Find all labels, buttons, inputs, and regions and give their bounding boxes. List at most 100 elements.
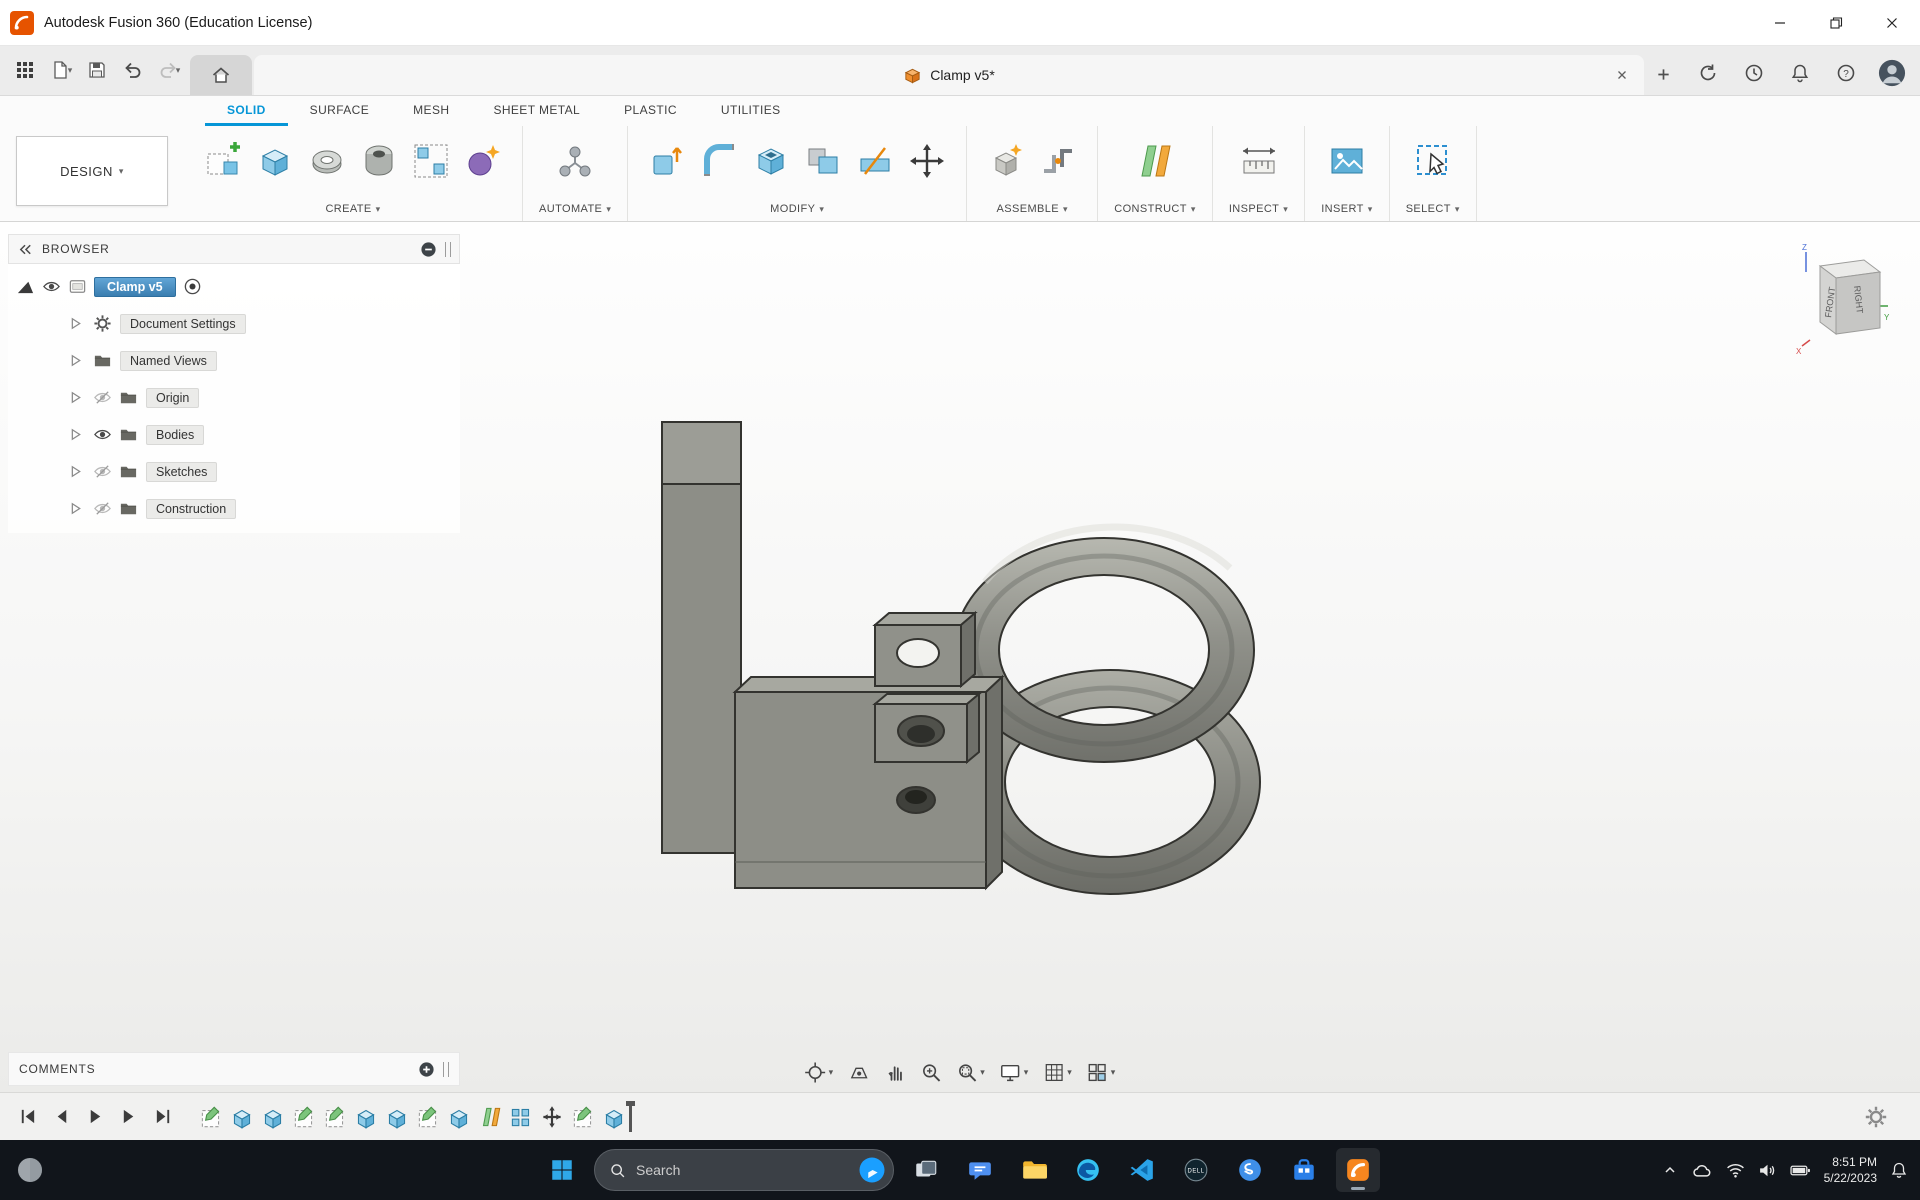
- taskbar-fusion360-icon[interactable]: [1336, 1148, 1380, 1192]
- user-account-button[interactable]: [1878, 59, 1906, 87]
- view-cube[interactable]: Z Y X FRONT RIGHT: [1792, 238, 1892, 366]
- eye-off-icon[interactable]: [93, 388, 112, 407]
- timeline-feature-sketch[interactable]: [291, 1102, 316, 1132]
- timeline-feature-sketch[interactable]: [322, 1102, 347, 1132]
- bing-icon[interactable]: [857, 1155, 887, 1185]
- taskbar-search[interactable]: [594, 1149, 894, 1191]
- split-button[interactable]: [852, 136, 898, 186]
- timeline-feature-extrude[interactable]: [384, 1102, 409, 1132]
- taskbar-file-explorer-icon[interactable]: [1012, 1148, 1056, 1192]
- hole-button[interactable]: [356, 136, 402, 186]
- panel-grip-handle[interactable]: [445, 241, 451, 257]
- timeline-feature-mirror[interactable]: [477, 1102, 502, 1132]
- ribbon-group-label-create[interactable]: CREATE ▾: [325, 203, 380, 215]
- browser-root-label[interactable]: Clamp v5: [94, 276, 176, 297]
- timeline-feature-extrude[interactable]: [601, 1102, 626, 1132]
- collapse-chevrons-icon[interactable]: [17, 241, 34, 258]
- browser-item-bodies[interactable]: Bodies: [8, 416, 460, 453]
- activate-component-radio-icon[interactable]: [183, 277, 202, 296]
- expand-arrow-icon[interactable]: [66, 462, 85, 481]
- fit-button[interactable]: ▾: [956, 1062, 985, 1083]
- eye-icon[interactable]: [42, 277, 61, 296]
- taskbar-chat-icon[interactable]: [958, 1148, 1002, 1192]
- create-sketch-button[interactable]: [200, 136, 246, 186]
- timeline-feature-extrude[interactable]: [353, 1102, 378, 1132]
- revolve-button[interactable]: [304, 136, 350, 186]
- pan-button[interactable]: [884, 1062, 905, 1083]
- taskbar-task-view-icon[interactable]: [904, 1148, 948, 1192]
- browser-item-document-settings[interactable]: Document Settings: [8, 305, 460, 342]
- fillet-button[interactable]: [696, 136, 742, 186]
- expand-arrow-icon[interactable]: [66, 314, 85, 333]
- measure-button[interactable]: [1236, 136, 1282, 186]
- joint-button[interactable]: [1035, 136, 1081, 186]
- ribbon-tab-utilities[interactable]: UTILITIES: [699, 96, 803, 126]
- clamp-model[interactable]: [661, 421, 1262, 895]
- construct-plane-button[interactable]: [1132, 136, 1178, 186]
- eye-icon[interactable]: [93, 425, 112, 444]
- home-tab-button[interactable]: [190, 55, 252, 95]
- start-button[interactable]: [540, 1148, 584, 1192]
- taskbar-vscode-icon[interactable]: [1120, 1148, 1164, 1192]
- redo-button[interactable]: ▾: [152, 53, 186, 87]
- timeline-step-back-button[interactable]: [50, 1106, 72, 1128]
- dropdown-caret-icon[interactable]: ▾: [1024, 1067, 1029, 1078]
- help-button[interactable]: ?: [1832, 59, 1860, 87]
- timeline-feature-sketch[interactable]: [198, 1102, 223, 1132]
- ribbon-group-label-insert[interactable]: INSERT ▾: [1321, 203, 1372, 215]
- expand-arrow-icon[interactable]: [66, 388, 85, 407]
- ribbon-tab-plastic[interactable]: PLASTIC: [602, 96, 699, 126]
- panel-grip-handle[interactable]: [443, 1061, 449, 1077]
- move-copy-button[interactable]: [904, 136, 950, 186]
- onedrive-cloud-icon[interactable]: [1691, 1163, 1713, 1178]
- extrude-button[interactable]: [252, 136, 298, 186]
- taskbar-store-icon[interactable]: [1282, 1148, 1326, 1192]
- pattern-button[interactable]: [408, 136, 454, 186]
- orbit-button[interactable]: ▾: [805, 1062, 834, 1083]
- app-grid-menu-button[interactable]: [8, 53, 42, 87]
- insert-image-button[interactable]: [1324, 136, 1370, 186]
- viewports-button[interactable]: ▾: [1087, 1062, 1115, 1083]
- timeline-feature-extrude[interactable]: [229, 1102, 254, 1132]
- widgets-icon[interactable]: [14, 1154, 46, 1186]
- notification-bell-icon[interactable]: [1890, 1161, 1908, 1179]
- display-settings-button[interactable]: ▾: [1000, 1062, 1029, 1083]
- timeline-settings-gear-icon[interactable]: [1864, 1105, 1888, 1129]
- battery-icon[interactable]: [1790, 1164, 1811, 1177]
- ribbon-tab-surface[interactable]: SURFACE: [288, 96, 391, 126]
- dropdown-caret-icon[interactable]: ▾: [980, 1067, 985, 1078]
- close-document-tab-button[interactable]: [1610, 63, 1634, 87]
- browser-item-construction[interactable]: Construction: [8, 490, 460, 527]
- wifi-icon[interactable]: [1726, 1163, 1745, 1178]
- timeline-feature-extrude[interactable]: [260, 1102, 285, 1132]
- sync-status-button[interactable]: [1694, 59, 1722, 87]
- restore-button[interactable]: [1808, 0, 1864, 45]
- document-tab[interactable]: Clamp v5*: [903, 66, 995, 85]
- shell-button[interactable]: [748, 136, 794, 186]
- taskbar-edge-icon[interactable]: [1066, 1148, 1110, 1192]
- eye-off-icon[interactable]: [93, 499, 112, 518]
- eye-off-icon[interactable]: [93, 462, 112, 481]
- ribbon-group-label-assemble[interactable]: ASSEMBLE ▾: [997, 203, 1068, 215]
- ribbon-tab-mesh[interactable]: MESH: [391, 96, 471, 126]
- timeline-feature-pattern[interactable]: [508, 1102, 533, 1132]
- browser-item-origin[interactable]: Origin: [8, 379, 460, 416]
- file-menu-button[interactable]: ▾: [44, 53, 78, 87]
- close-button[interactable]: [1864, 0, 1920, 45]
- timeline-position-marker[interactable]: [626, 1100, 635, 1132]
- ribbon-group-label-construct[interactable]: CONSTRUCT ▾: [1114, 203, 1196, 215]
- new-document-tab-button[interactable]: [1648, 59, 1678, 89]
- ribbon-tab-sheet-metal[interactable]: SHEET METAL: [471, 96, 602, 126]
- select-cursor-button[interactable]: [1410, 136, 1456, 186]
- dropdown-caret-icon[interactable]: ▾: [829, 1067, 834, 1078]
- look-at-button[interactable]: [848, 1062, 869, 1083]
- press-pull-button[interactable]: [644, 136, 690, 186]
- timeline-feature-move[interactable]: [539, 1102, 564, 1132]
- ribbon-group-label-modify[interactable]: MODIFY ▾: [770, 203, 824, 215]
- timeline-skip-start-button[interactable]: [16, 1106, 38, 1128]
- taskbar-dell-icon[interactable]: DELL: [1174, 1148, 1218, 1192]
- timeline-step-forward-button[interactable]: [118, 1106, 140, 1128]
- search-input[interactable]: [636, 1162, 847, 1178]
- minimize-button[interactable]: [1752, 0, 1808, 45]
- timeline-feature-sketch[interactable]: [415, 1102, 440, 1132]
